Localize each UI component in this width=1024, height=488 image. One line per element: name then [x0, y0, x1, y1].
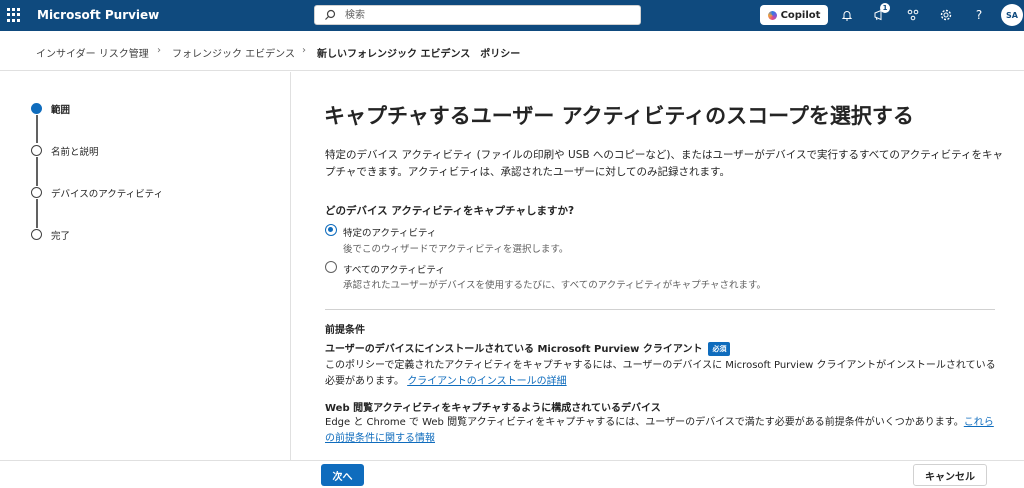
step-scope[interactable]: 範囲	[51, 102, 70, 116]
option-all-label[interactable]: すべてのアクティビティ	[343, 262, 445, 276]
avatar[interactable]: SA	[1001, 4, 1023, 26]
copilot-button[interactable]: Copilot	[760, 5, 828, 25]
notification-badge: 1	[880, 3, 890, 13]
breadcrumb-item-forensic-evidence[interactable]: フォレンジック エビデンス	[172, 45, 295, 60]
cancel-button[interactable]: キャンセル	[913, 464, 987, 486]
wizard-footer: 次へ キャンセル	[0, 460, 1024, 488]
next-button[interactable]: 次へ	[321, 464, 364, 486]
step-name-description[interactable]: 名前と説明	[51, 144, 99, 158]
step-device-activity[interactable]: デバイスのアクティビティ	[51, 186, 163, 200]
connections-icon[interactable]	[906, 8, 920, 22]
option-specific-label[interactable]: 特定のアクティビティ	[343, 225, 436, 239]
page-description: 特定のデバイス アクティビティ (ファイルの印刷や USB へのコピーなど)、ま…	[325, 149, 1004, 178]
prereq-browser-title: Web 閲覧アクティビティをキャプチャするように構成されているデバイス	[325, 403, 661, 414]
client-install-link[interactable]: クライアントのインストールの詳細	[407, 376, 566, 387]
radio-specific-activities[interactable]	[325, 224, 337, 236]
required-badge: 必須	[708, 342, 731, 356]
prerequisites-heading: 前提条件	[325, 325, 365, 336]
main-panel: キャプチャするユーザー アクティビティのスコープを選択する 特定のデバイス アク…	[292, 72, 1024, 460]
gear-icon[interactable]	[939, 8, 953, 22]
prereq-client-title-text: ユーザーのデバイスにインストールされている Microsoft Purview …	[325, 344, 703, 355]
radio-all-activities[interactable]	[325, 261, 337, 273]
step-indicator-device	[31, 187, 42, 198]
step-connector	[36, 199, 38, 228]
breadcrumb-item-new-policy: 新しいフォレンジック エビデンス ポリシー	[317, 49, 521, 60]
chevron-right-icon: ›	[157, 45, 161, 56]
step-indicator-scope	[31, 103, 42, 114]
page-title: キャプチャするユーザー アクティビティのスコープを選択する	[324, 104, 914, 128]
step-connector	[36, 115, 38, 143]
bell-icon[interactable]	[840, 8, 854, 22]
section-divider	[325, 309, 995, 310]
copilot-label: Copilot	[780, 9, 821, 21]
search-box[interactable]	[314, 5, 641, 25]
app-title[interactable]: Microsoft Purview	[37, 8, 159, 22]
copilot-icon	[767, 10, 777, 20]
search-icon	[325, 9, 336, 20]
breadcrumb-item-insider-risk[interactable]: インサイダー リスク管理	[36, 45, 149, 60]
step-finish[interactable]: 完了	[51, 228, 70, 242]
search-input[interactable]	[345, 8, 625, 22]
step-indicator-finish	[31, 229, 42, 240]
prereq-browser-desc: Edge と Chrome で Web 閲覧アクティビティをキャプチャするには、…	[325, 415, 1000, 447]
prereq-browser-desc-text: Edge と Chrome で Web 閲覧アクティビティをキャプチャするには、…	[325, 417, 964, 428]
help-icon[interactable]: ?	[972, 8, 986, 22]
option-all-desc: 承認されたユーザーがデバイスを使用するたびに、すべてのアクティビティがキャプチャ…	[343, 280, 767, 291]
breadcrumb: インサイダー リスク管理 › フォレンジック エビデンス › 新しいフォレンジッ…	[0, 31, 1024, 71]
option-specific-desc: 後でこのウィザードでアクティビティを選択します。	[343, 244, 569, 255]
top-bar: Microsoft Purview Copilot 1 ? SA	[0, 0, 1024, 31]
prereq-client-title: ユーザーのデバイスにインストールされている Microsoft Purview …	[325, 340, 731, 356]
prereq-client-desc: このポリシーで定義されたアクティビティをキャプチャするには、ユーザーのデバイスに…	[325, 358, 1000, 390]
activity-question: どのデバイス アクティビティをキャプチャしますか?	[325, 205, 575, 217]
step-indicator-name	[31, 145, 42, 156]
app-launcher-icon[interactable]	[7, 8, 21, 22]
wizard-steps: 範囲 名前と説明 デバイスのアクティビティ 完了	[0, 72, 291, 460]
step-connector	[36, 157, 38, 186]
chevron-right-icon: ›	[302, 45, 306, 56]
